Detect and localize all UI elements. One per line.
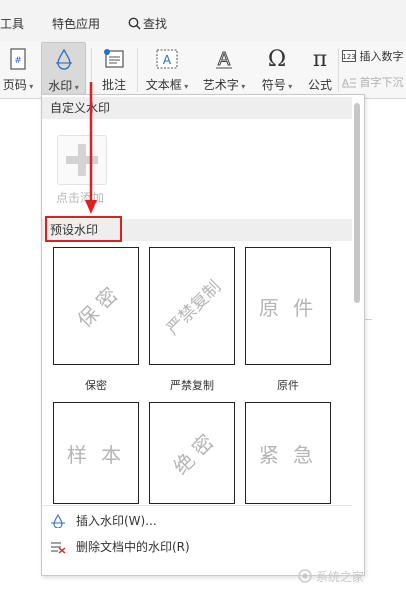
logo-icon xyxy=(298,569,312,583)
site-watermark: 系统之家 xyxy=(298,568,364,585)
site-watermark-text: 系统之家 xyxy=(315,570,364,584)
annotation-arrow xyxy=(85,82,97,214)
